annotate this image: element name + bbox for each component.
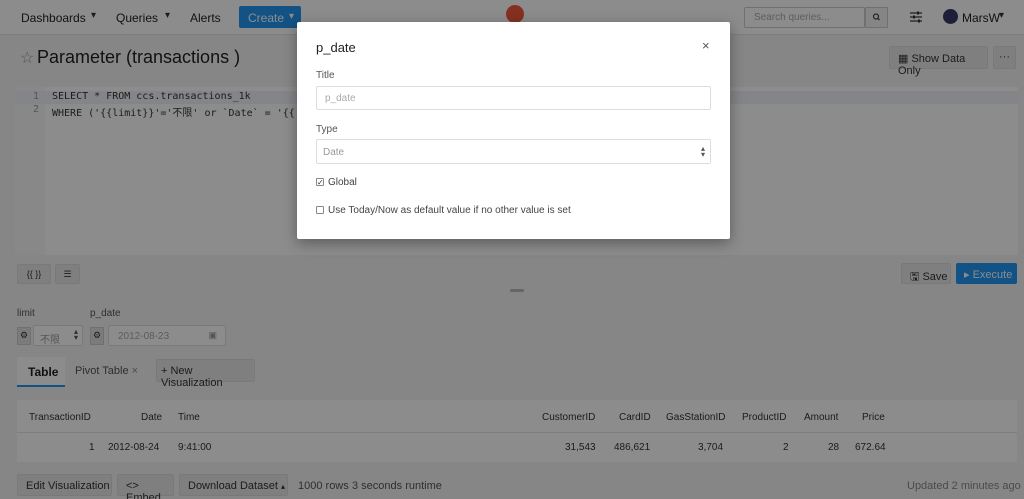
type-select[interactable]: Date ▴ ▾	[316, 139, 711, 164]
modal-title: p_date	[316, 40, 356, 55]
use-today-checkbox[interactable]	[316, 206, 324, 214]
global-label[interactable]: Global	[328, 177, 357, 188]
use-today-label[interactable]: Use Today/Now as default value if no oth…	[328, 205, 571, 216]
close-icon[interactable]: ×	[702, 38, 710, 53]
title-field-label: Title	[316, 70, 335, 81]
select-arrows-icon: ▴ ▾	[700, 144, 705, 159]
global-checkbox[interactable]: ✓	[316, 178, 324, 187]
type-value: Date	[323, 147, 345, 158]
type-field-label: Type	[316, 124, 338, 135]
parameter-settings-dialog: p_date × Title p_date Type Date ▴ ▾ ✓ Glo…	[297, 22, 730, 239]
title-input[interactable]: p_date	[316, 86, 711, 110]
